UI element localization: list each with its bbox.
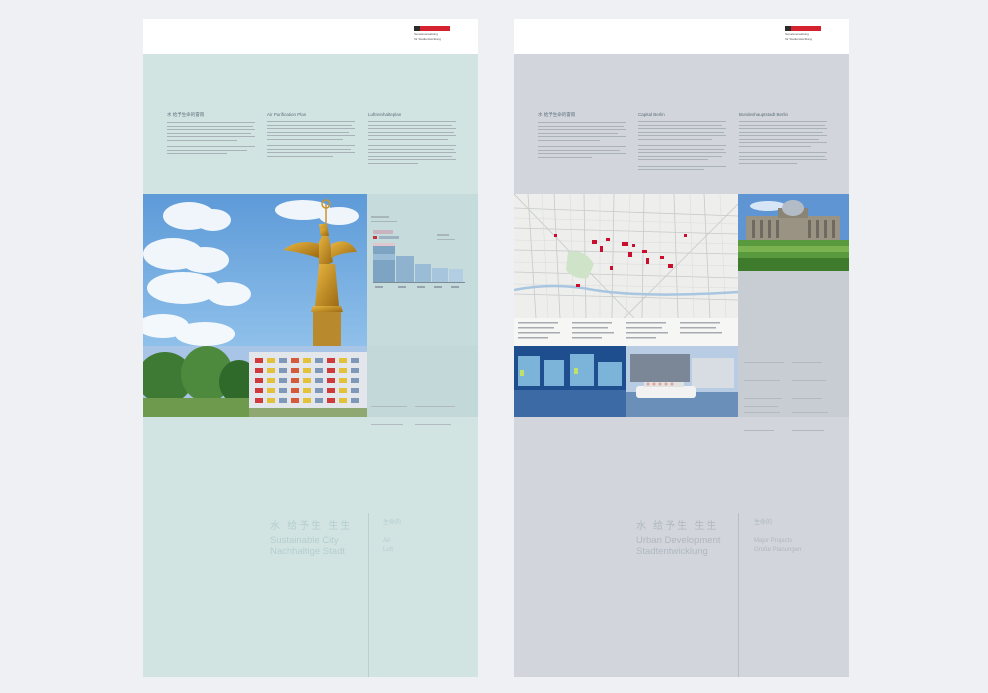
column-title: Luftreinhalteplan bbox=[368, 112, 402, 117]
poster-urban-development: Senatsverwaltung für Stadtentwicklung 水 … bbox=[514, 19, 849, 677]
bar-chart-icon bbox=[367, 194, 478, 346]
vertical-divider bbox=[368, 513, 369, 677]
poster-title: Urban Development Stadtentwicklung bbox=[636, 535, 721, 557]
text-column-english: Capital Berlin bbox=[638, 112, 726, 173]
text-column-chinese: 水 给予生命的雷雨 bbox=[167, 112, 255, 157]
city-map-icon bbox=[514, 194, 738, 346]
poster-header: Senatsverwaltung für Stadtentwicklung bbox=[143, 19, 478, 54]
topic-labels: Major Projects Große Planungen bbox=[754, 538, 802, 553]
poster-title: Sustainable City Nachhaltige Stadt bbox=[270, 535, 345, 557]
column-title: Capital Berlin bbox=[638, 112, 665, 117]
caption-box bbox=[738, 346, 849, 431]
apartment-photo-icon bbox=[143, 346, 367, 417]
side-chinese-label: 生命的 bbox=[754, 519, 773, 526]
text-column-english: Air Purification Plan bbox=[267, 112, 355, 159]
column-title: Air Purification Plan bbox=[267, 112, 307, 117]
vertical-divider bbox=[738, 513, 739, 677]
column-title: 水 给予生命的雷雨 bbox=[167, 112, 205, 117]
poster-sustainable-city: Senatsverwaltung für Stadtentwicklung 水 … bbox=[143, 19, 478, 677]
victory-column-photo-icon bbox=[143, 194, 367, 346]
text-column-german: Luftreinhalteplan bbox=[368, 112, 456, 166]
caption-box bbox=[738, 271, 849, 346]
caption-box bbox=[367, 346, 478, 425]
reichstag-photo-icon bbox=[738, 194, 849, 271]
column-title: 水 给予生命的雷雨 bbox=[538, 112, 576, 117]
berlin-logo-icon: Senatsverwaltung für Stadtentwicklung bbox=[785, 26, 821, 41]
spree-boat-photo-icon bbox=[514, 346, 738, 417]
text-column-german: Bundeshauptstadt Berlin bbox=[739, 112, 827, 166]
chinese-headline: 水 给予生 生生 bbox=[270, 521, 353, 532]
text-column-chinese: 水 给予生命的雷雨 bbox=[538, 112, 626, 160]
poster-header: Senatsverwaltung für Stadtentwicklung bbox=[514, 19, 849, 54]
berlin-logo-icon: Senatsverwaltung für Stadtentwicklung bbox=[414, 26, 450, 41]
column-title: Bundeshauptstadt Berlin bbox=[739, 112, 789, 117]
topic-labels: Air Luft bbox=[383, 538, 394, 553]
chinese-headline: 水 给予生 生生 bbox=[636, 521, 719, 532]
side-chinese-label: 生命的 bbox=[383, 519, 402, 526]
